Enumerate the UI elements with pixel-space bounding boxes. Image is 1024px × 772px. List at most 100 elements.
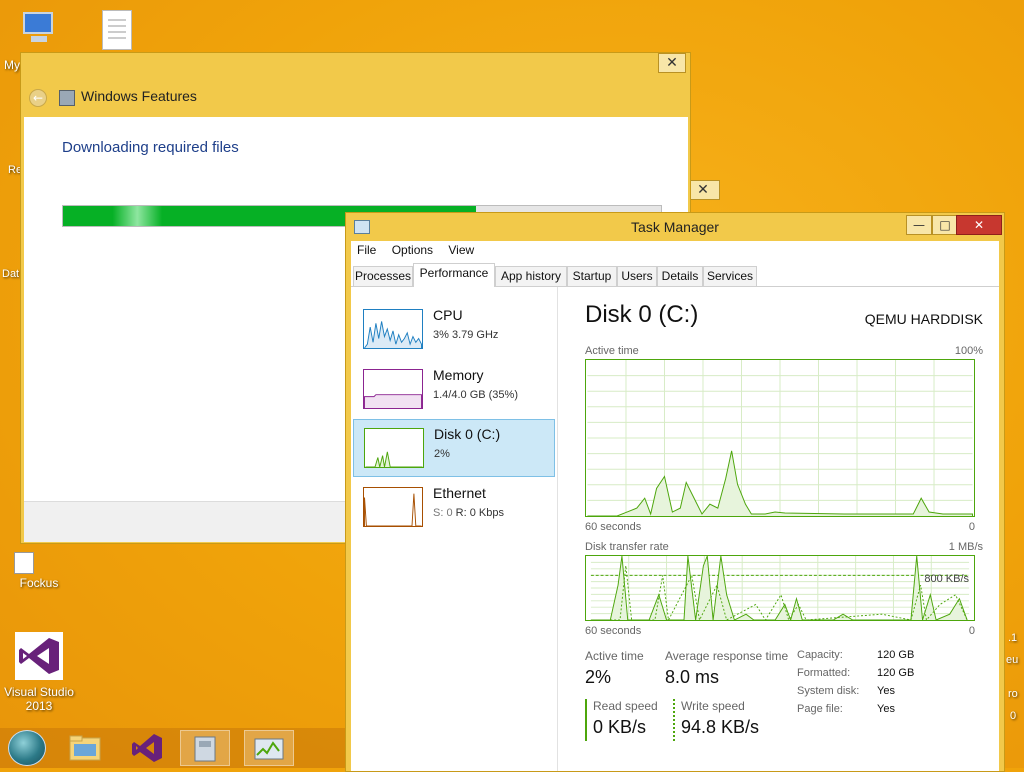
menu-file[interactable]: File <box>351 241 382 259</box>
property-key: System disk: <box>797 685 860 697</box>
computer-icon <box>19 10 59 44</box>
visual-studio-icon <box>132 734 162 762</box>
resource-usage: 2% <box>434 448 450 460</box>
resource-item-disk[interactable]: Disk 0 (C:) 2% <box>353 419 555 477</box>
resource-name: Disk 0 (C:) <box>434 426 501 442</box>
graph-max-label: 100% <box>954 345 983 357</box>
active-time-graph <box>585 359 975 517</box>
back-arrow-icon[interactable]: ← <box>29 89 47 107</box>
window-title: Windows Features <box>81 88 197 104</box>
taskbar-visual-studio[interactable] <box>122 730 172 766</box>
status-message: Downloading required files <box>62 139 239 156</box>
start-orb-icon[interactable] <box>8 730 46 766</box>
read-speed-value: 0 KB/s <box>593 717 647 737</box>
graph-time-label: 60 seconds <box>585 625 642 637</box>
tab-processes[interactable]: Processes <box>353 266 413 286</box>
graph-max-label: 1 MB/s <box>948 541 983 553</box>
ethernet-thumbnail-graph <box>363 487 423 527</box>
minimize-button[interactable]: — <box>906 215 932 235</box>
document-icon <box>102 10 132 50</box>
shortcut-icon <box>14 552 34 574</box>
property-value: Yes <box>877 703 895 715</box>
desktop-icon-file[interactable] <box>82 10 152 52</box>
tab-strip: Processes Performance App history Startu… <box>351 263 999 287</box>
task-manager-window: Task Manager — □ ✕ File Options View Pro… <box>345 212 1005 772</box>
active-time-label: Active time <box>585 649 644 663</box>
title-bar: ← Windows Features <box>21 79 690 117</box>
write-speed-value: 94.8 KB/s <box>681 717 760 737</box>
resource-usage: 1.4/4.0 GB (35%) <box>433 389 518 401</box>
desktop-icon-label: Visual Studio 2013 <box>4 685 74 713</box>
menu-view[interactable]: View <box>442 241 480 259</box>
menu-bar: File Options View <box>351 241 999 261</box>
graph-mid-label: 800 KB/s <box>924 573 969 585</box>
resource-item-cpu[interactable]: CPU 3% 3.79 GHz <box>353 301 555 359</box>
property-value: 120 GB <box>877 667 915 679</box>
desktop-icon-visual-studio[interactable]: Visual Studio 2013 <box>4 632 74 713</box>
avg-response-value: 8.0 ms <box>665 667 720 687</box>
send-rate: S: 0 <box>433 507 453 519</box>
resource-item-ethernet[interactable]: Ethernet S: 0 R: 0 Kbps <box>353 479 555 537</box>
write-speed-label: Write speed <box>681 699 745 713</box>
desktop-text-snippet: 0 <box>1010 710 1017 722</box>
property-key: Page file: <box>797 703 843 715</box>
property-value: 120 GB <box>877 649 915 661</box>
tab-startup[interactable]: Startup <box>567 266 617 286</box>
graph-min-label: 0 <box>968 521 975 533</box>
graph-label: Disk transfer rate <box>585 541 669 553</box>
property-key: Formatted: <box>797 667 851 679</box>
graph-min-label: 0 <box>968 625 975 637</box>
desktop-text-snippet: eu <box>1006 654 1019 666</box>
transfer-rate-graph <box>585 555 975 621</box>
read-speed-label: Read speed <box>593 699 658 713</box>
taskbar-windows-features[interactable] <box>180 730 230 766</box>
resource-usage: 3% 3.79 GHz <box>433 329 499 341</box>
task-manager-icon <box>254 738 284 760</box>
resource-name: Memory <box>433 367 484 383</box>
task-manager-client: File Options View Processes Performance … <box>351 241 999 771</box>
graph-time-label: 60 seconds <box>585 521 642 533</box>
disk-model: QEMU HARDDISK <box>864 311 983 327</box>
windows-features-icon <box>194 736 216 762</box>
tab-services[interactable]: Services <box>703 266 757 286</box>
resource-list: CPU 3% 3.79 GHz Memory 1.4/4.0 GB (35%) … <box>351 287 558 771</box>
desktop-icon-fockus[interactable]: Fockus <box>4 552 74 590</box>
performance-panel: CPU 3% 3.79 GHz Memory 1.4/4.0 GB (35%) … <box>351 287 999 771</box>
taskbar <box>0 728 345 768</box>
resource-item-memory[interactable]: Memory 1.4/4.0 GB (35%) <box>353 361 555 419</box>
tab-app-history[interactable]: App history <box>495 266 567 286</box>
menu-options[interactable]: Options <box>386 241 439 259</box>
write-speed-indicator <box>673 699 675 741</box>
property-value: Yes <box>877 685 895 697</box>
desktop-text-snippet: .1 <box>1008 632 1018 644</box>
graph-label: Active time <box>585 345 639 357</box>
resource-name: Ethernet <box>433 485 486 501</box>
resource-name: CPU <box>433 307 463 323</box>
property-key: Capacity: <box>797 649 843 661</box>
detail-title: Disk 0 (C:) <box>585 301 699 328</box>
disk-detail-pane: Disk 0 (C:) QEMU HARDDISK Active time 10… <box>557 287 999 771</box>
receive-rate: R: 0 Kbps <box>455 507 504 519</box>
taskbar-file-explorer[interactable] <box>60 730 110 766</box>
windows-features-icon <box>59 90 75 106</box>
tab-performance[interactable]: Performance <box>413 263 495 287</box>
cpu-thumbnail-graph <box>363 309 423 349</box>
taskbar-task-manager[interactable] <box>244 730 294 766</box>
close-button[interactable]: ✕ <box>658 53 686 73</box>
background-window-close-button[interactable]: ✕ <box>686 180 720 200</box>
desktop-text-snippet: Dat <box>2 268 20 280</box>
tab-users[interactable]: Users <box>617 266 657 286</box>
active-time-value: 2% <box>585 667 612 687</box>
read-speed-indicator <box>585 699 587 741</box>
desktop-text-snippet: ro <box>1008 688 1018 700</box>
close-button[interactable]: ✕ <box>956 215 1002 235</box>
folder-icon <box>69 735 101 761</box>
desktop-icon-label: Fockus <box>19 576 59 590</box>
tab-details[interactable]: Details <box>657 266 703 286</box>
disk-thumbnail-graph <box>364 428 424 468</box>
desktop-icon-label: My <box>4 58 20 72</box>
resource-usage: S: 0 R: 0 Kbps <box>433 507 504 519</box>
avg-response-label: Average response time <box>665 649 789 663</box>
maximize-button[interactable]: □ <box>932 215 958 235</box>
desktop-icon-my-computer[interactable]: My <box>4 10 74 72</box>
